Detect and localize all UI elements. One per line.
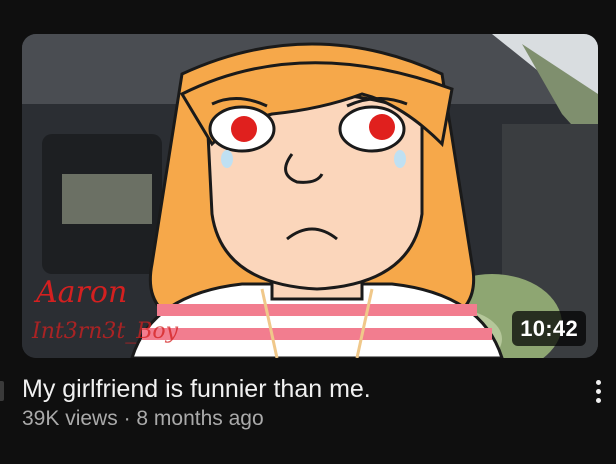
watermark-line2: Int3rn3t_Boy — [31, 319, 179, 344]
video-thumbnail[interactable]: Aaron Int3rn3t_Boy 10:42 — [22, 34, 598, 358]
vertical-ellipsis-icon — [586, 380, 610, 403]
view-count: 39K views — [22, 407, 118, 430]
more-options-button[interactable] — [586, 378, 610, 408]
thumbnail-illustration: Aaron Int3rn3t_Boy — [22, 34, 598, 358]
video-meta: My girlfriend is funnier than me. 39K vi… — [22, 374, 582, 432]
meta-separator: · — [123, 407, 131, 430]
upload-age: 8 months ago — [136, 407, 264, 430]
video-card[interactable]: Aaron Int3rn3t_Boy 10:42 My girlfriend i… — [0, 0, 616, 464]
video-title[interactable]: My girlfriend is funnier than me. — [22, 374, 582, 404]
edge-indicator — [0, 381, 4, 401]
video-subline: 39K views · 8 months ago — [22, 406, 582, 432]
watermark-line1: Aaron — [33, 275, 127, 310]
video-duration-badge: 10:42 — [512, 311, 586, 346]
